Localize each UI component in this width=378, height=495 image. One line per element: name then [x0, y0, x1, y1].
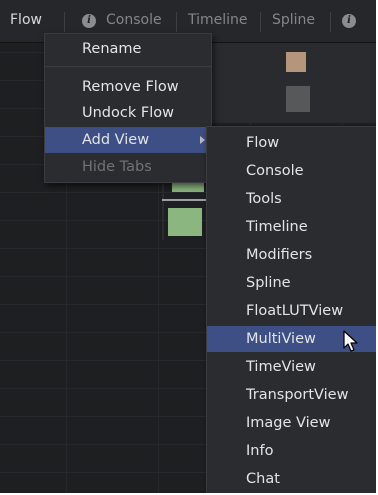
tab-info[interactable]: i [338, 0, 368, 42]
menu-item-remove-flow[interactable]: Remove Flow [45, 74, 211, 100]
flow-context-menu: Rename Remove Flow Undock Flow Add View … [44, 33, 212, 183]
fusion-window: Flow i Console Timeline Spline i Rename [0, 0, 376, 493]
tab-flow[interactable]: Flow [10, 0, 42, 42]
info-icon: i [342, 14, 356, 28]
submenu-item-modifiers[interactable]: Modifiers [207, 242, 376, 268]
submenu-item-spline[interactable]: Spline [207, 270, 376, 296]
menu-item-hide-tabs: Hide Tabs [82, 159, 152, 175]
submenu-item-transportview[interactable]: TransportView [207, 382, 376, 408]
node-thumbnail[interactable] [286, 52, 306, 72]
submenu-arrow-icon [200, 136, 205, 144]
tab-separator [176, 12, 177, 32]
mouse-cursor-icon [343, 330, 358, 352]
submenu-item-flow[interactable]: Flow [207, 130, 376, 156]
tab-separator [330, 12, 331, 32]
tab-separator [260, 12, 261, 32]
tab-timeline-label: Timeline [188, 12, 248, 28]
submenu-item-floatlutview[interactable]: FloatLUTView [207, 298, 376, 324]
submenu-item-console[interactable]: Console [207, 158, 376, 184]
menu-item-undock-flow[interactable]: Undock Flow [45, 100, 211, 126]
add-view-submenu: Flow Console Tools Timeline Modifiers Sp… [206, 126, 376, 493]
menu-separator [45, 66, 211, 67]
tab-spline[interactable]: Spline [272, 0, 315, 42]
submenu-item-chat[interactable]: Chat [207, 466, 376, 492]
node-thumbnail[interactable] [286, 86, 310, 112]
console-info-icon: i [82, 14, 96, 28]
submenu-item-timeline[interactable]: Timeline [207, 214, 376, 240]
tab-spline-label: Spline [272, 12, 316, 28]
node-thumbnail[interactable] [168, 208, 202, 236]
menu-item-rename[interactable]: Rename [45, 36, 211, 62]
submenu-item-info[interactable]: Info [207, 438, 376, 464]
menu-item-add-view[interactable]: Add View [45, 127, 211, 153]
node-connection-line [162, 199, 206, 201]
tab-separator [64, 12, 65, 32]
submenu-item-image-view[interactable]: Image View [207, 410, 376, 436]
submenu-item-tools[interactable]: Tools [207, 186, 376, 212]
tab-flow-label: Flow [10, 12, 42, 28]
submenu-item-timeview[interactable]: TimeView [207, 354, 376, 380]
